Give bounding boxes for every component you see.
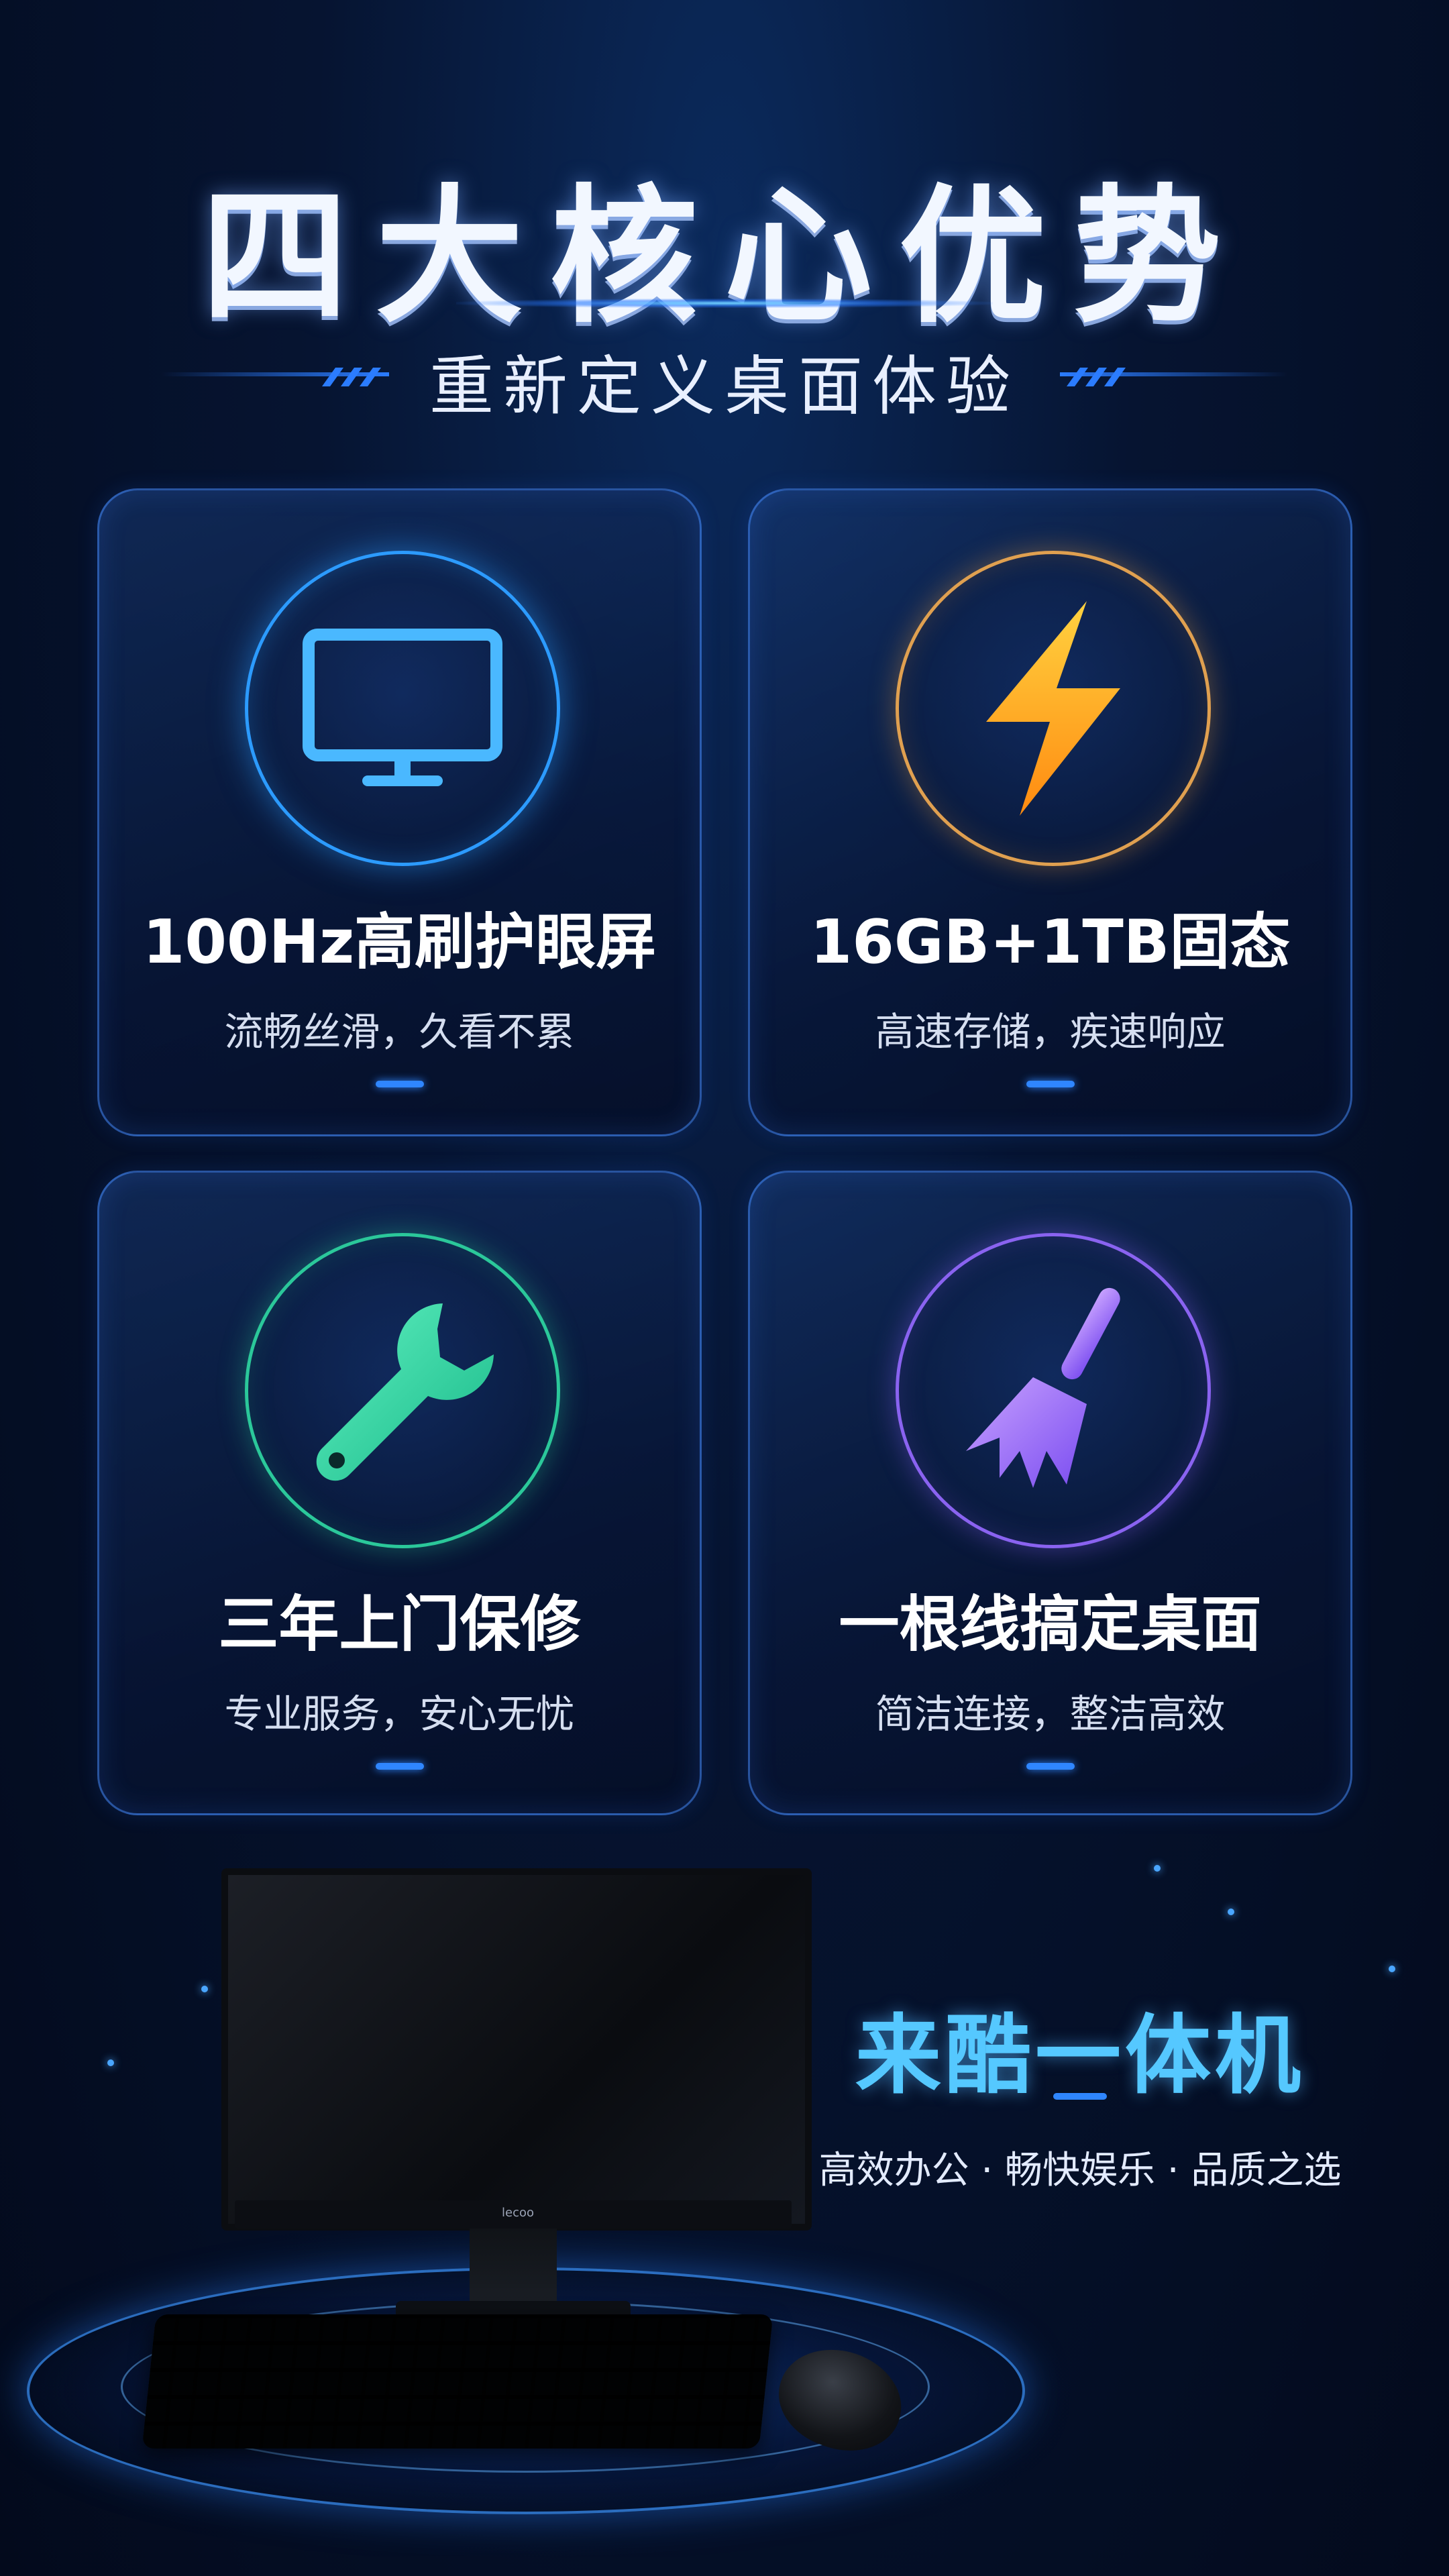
storage-icon-circle	[896, 551, 1211, 866]
feature-card-cable: 一根线搞定桌面 简洁连接，整洁高效	[748, 1171, 1352, 1815]
page-title: 四大核心优势	[201, 171, 1248, 343]
feature-card-storage: 16GB+1TB固态 高速存储，疾速响应	[748, 488, 1352, 1136]
feature-subtitle: 简洁连接，整洁高效	[875, 1691, 1226, 1737]
lightning-icon	[986, 601, 1120, 816]
network-dot	[1389, 1966, 1395, 1972]
network-dot	[201, 1986, 208, 1992]
feature-title: 一根线搞定桌面	[839, 1589, 1262, 1660]
feature-divider	[376, 1763, 424, 1770]
feature-subtitle: 高速存储，疾速响应	[875, 1009, 1226, 1055]
subtitle-right-slashes	[1067, 368, 1126, 386]
feature-card-warranty: 三年上门保修 专业服务，安心无忧	[97, 1171, 702, 1815]
monitor-stand	[470, 2229, 557, 2309]
product-monitor	[221, 1868, 812, 2231]
network-dot	[1154, 1865, 1161, 1872]
subtitle-right-line	[1060, 372, 1288, 376]
feature-divider	[1026, 1763, 1075, 1770]
brand-divider	[1053, 2093, 1107, 2100]
feature-title: 三年上门保修	[218, 1589, 581, 1660]
feature-subtitle: 专业服务，安心无忧	[224, 1691, 575, 1737]
feature-title: 16GB+1TB固态	[810, 907, 1291, 977]
title-glow-line	[456, 299, 993, 308]
broom-icon	[966, 1287, 1120, 1488]
network-dot	[1228, 1909, 1234, 1915]
network-dot	[107, 2059, 114, 2066]
page-subtitle: 重新定义桌面体验	[429, 349, 1020, 424]
feature-card-display: 100Hz高刷护眼屏 流畅丝滑，久看不累	[97, 488, 702, 1136]
feature-divider	[376, 1081, 424, 1087]
product-name: 来酷一体机	[855, 2006, 1305, 2106]
monitor-icon	[303, 629, 502, 786]
display-icon-circle	[245, 551, 560, 866]
monitor-logo: lecoo	[502, 2206, 534, 2220]
cable-icon-circle	[896, 1233, 1211, 1548]
warranty-icon-circle	[245, 1233, 560, 1548]
product-keyboard	[142, 2314, 773, 2449]
feature-subtitle: 流畅丝滑，久看不累	[224, 1009, 575, 1055]
product-tagline: 高效办公 · 畅快娱乐 · 品质之选	[818, 2149, 1342, 2192]
wrench-icon	[316, 1303, 494, 1481]
feature-title: 100Hz高刷护眼屏	[142, 907, 657, 977]
feature-divider	[1026, 1081, 1075, 1087]
